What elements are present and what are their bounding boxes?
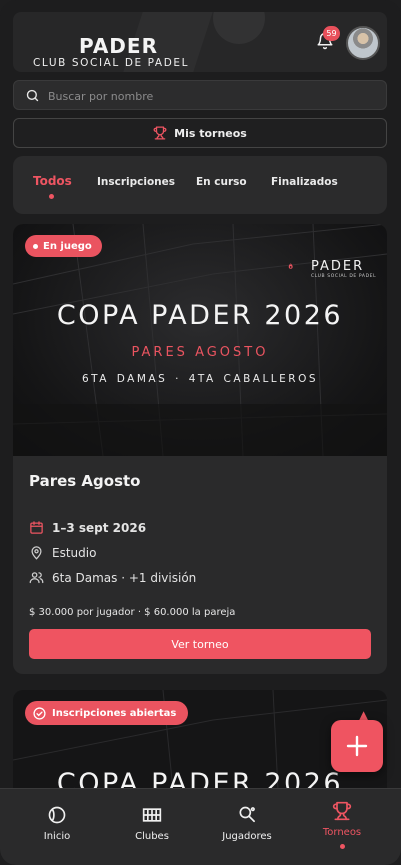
active-tab-indicator <box>49 194 54 199</box>
flame-logo-icon <box>288 263 293 269</box>
notification-badge: 59 <box>323 26 340 41</box>
banner-categories: 6TA DAMAS · 4TA CABALLEROS <box>81 373 319 385</box>
my-tournaments-label: Mis torneos <box>174 126 247 140</box>
search-input[interactable] <box>48 86 368 106</box>
status-badge: En juego <box>25 235 102 257</box>
tab-finalizados[interactable]: Finalizados <box>271 176 338 188</box>
tournament-location: Estudio <box>29 545 96 560</box>
racket-icon <box>239 806 255 823</box>
app-header: PADER CLUB SOCIAL DE PADEL 59 <box>0 0 401 78</box>
check-circle-icon <box>33 706 46 720</box>
filter-tabs: Todos Inscripciones En curso Finalizados <box>13 156 387 214</box>
search-icon <box>26 89 39 102</box>
trophy-icon <box>332 801 352 821</box>
brand-subtitle: CLUB SOCIAL DE PADEL <box>33 57 190 69</box>
status-label: En juego <box>43 240 92 252</box>
nav-label: Inicio <box>43 831 71 842</box>
nav-item-torneos[interactable]: Torneos <box>302 801 382 849</box>
bottom-navigation: Inicio Clubes Jugadores Torneos <box>0 788 401 865</box>
logo-tagline: CLUB SOCIAL DE PADEL <box>311 274 377 279</box>
tab-todos[interactable]: Todos <box>33 174 72 188</box>
add-tournament-button[interactable] <box>331 720 383 772</box>
status-label: Inscripciones abiertas <box>52 707 177 719</box>
court-icon <box>142 808 162 822</box>
tournament-date: 1–3 sept 2026 <box>29 520 146 535</box>
app-frame: PADER CLUB SOCIAL DE PADEL 59 Mis torneo… <box>0 0 401 865</box>
banner-subtitle: PARES AGOSTO <box>131 345 269 360</box>
brand-decor-circle <box>213 12 265 44</box>
nav-label: Clubes <box>135 831 169 842</box>
active-nav-indicator <box>339 844 345 849</box>
search-bar <box>13 80 387 110</box>
calendar-icon <box>30 521 43 534</box>
nav-item-jugadores[interactable]: Jugadores <box>207 805 287 842</box>
tournament-title: Pares Agosto <box>29 472 141 490</box>
view-tournament-button[interactable]: Ver torneo <box>29 629 371 659</box>
nav-item-clubes[interactable]: Clubes <box>112 805 192 842</box>
plus-icon <box>346 735 368 757</box>
tab-inscripciones[interactable]: Inscripciones <box>97 176 175 188</box>
avatar[interactable] <box>346 26 380 60</box>
ball-icon <box>48 806 66 824</box>
tab-en-curso[interactable]: En curso <box>196 176 247 188</box>
nav-item-inicio[interactable]: Inicio <box>17 805 97 842</box>
my-tournaments-button[interactable]: Mis torneos <box>13 118 387 148</box>
tournament-banner: En juego PADER CLUB SOCIAL DE PADEL COPA… <box>13 224 387 456</box>
users-icon <box>29 572 44 584</box>
price-text: $ 30.000 por jugador · $ 60.000 la parej… <box>29 607 236 618</box>
brand-title: PADER <box>79 34 158 58</box>
tournament-card[interactable]: En juego PADER CLUB SOCIAL DE PADEL COPA… <box>13 224 387 674</box>
nav-label: Torneos <box>322 827 362 838</box>
banner-title: COPA PADER 2026 <box>56 300 344 331</box>
tournament-divisions: 6ta Damas · +1 división <box>29 570 196 585</box>
location-pin-icon <box>31 546 42 560</box>
date-text: 1–3 sept 2026 <box>52 520 147 535</box>
logo-wordmark: PADER <box>311 259 365 274</box>
divisions-text: 6ta Damas · +1 división <box>52 570 197 585</box>
live-dot-icon <box>33 243 38 249</box>
trophy-icon <box>153 126 167 140</box>
status-badge: Inscripciones abiertas <box>25 701 189 725</box>
location-text: Estudio <box>52 545 97 560</box>
nav-label: Jugadores <box>222 831 272 842</box>
